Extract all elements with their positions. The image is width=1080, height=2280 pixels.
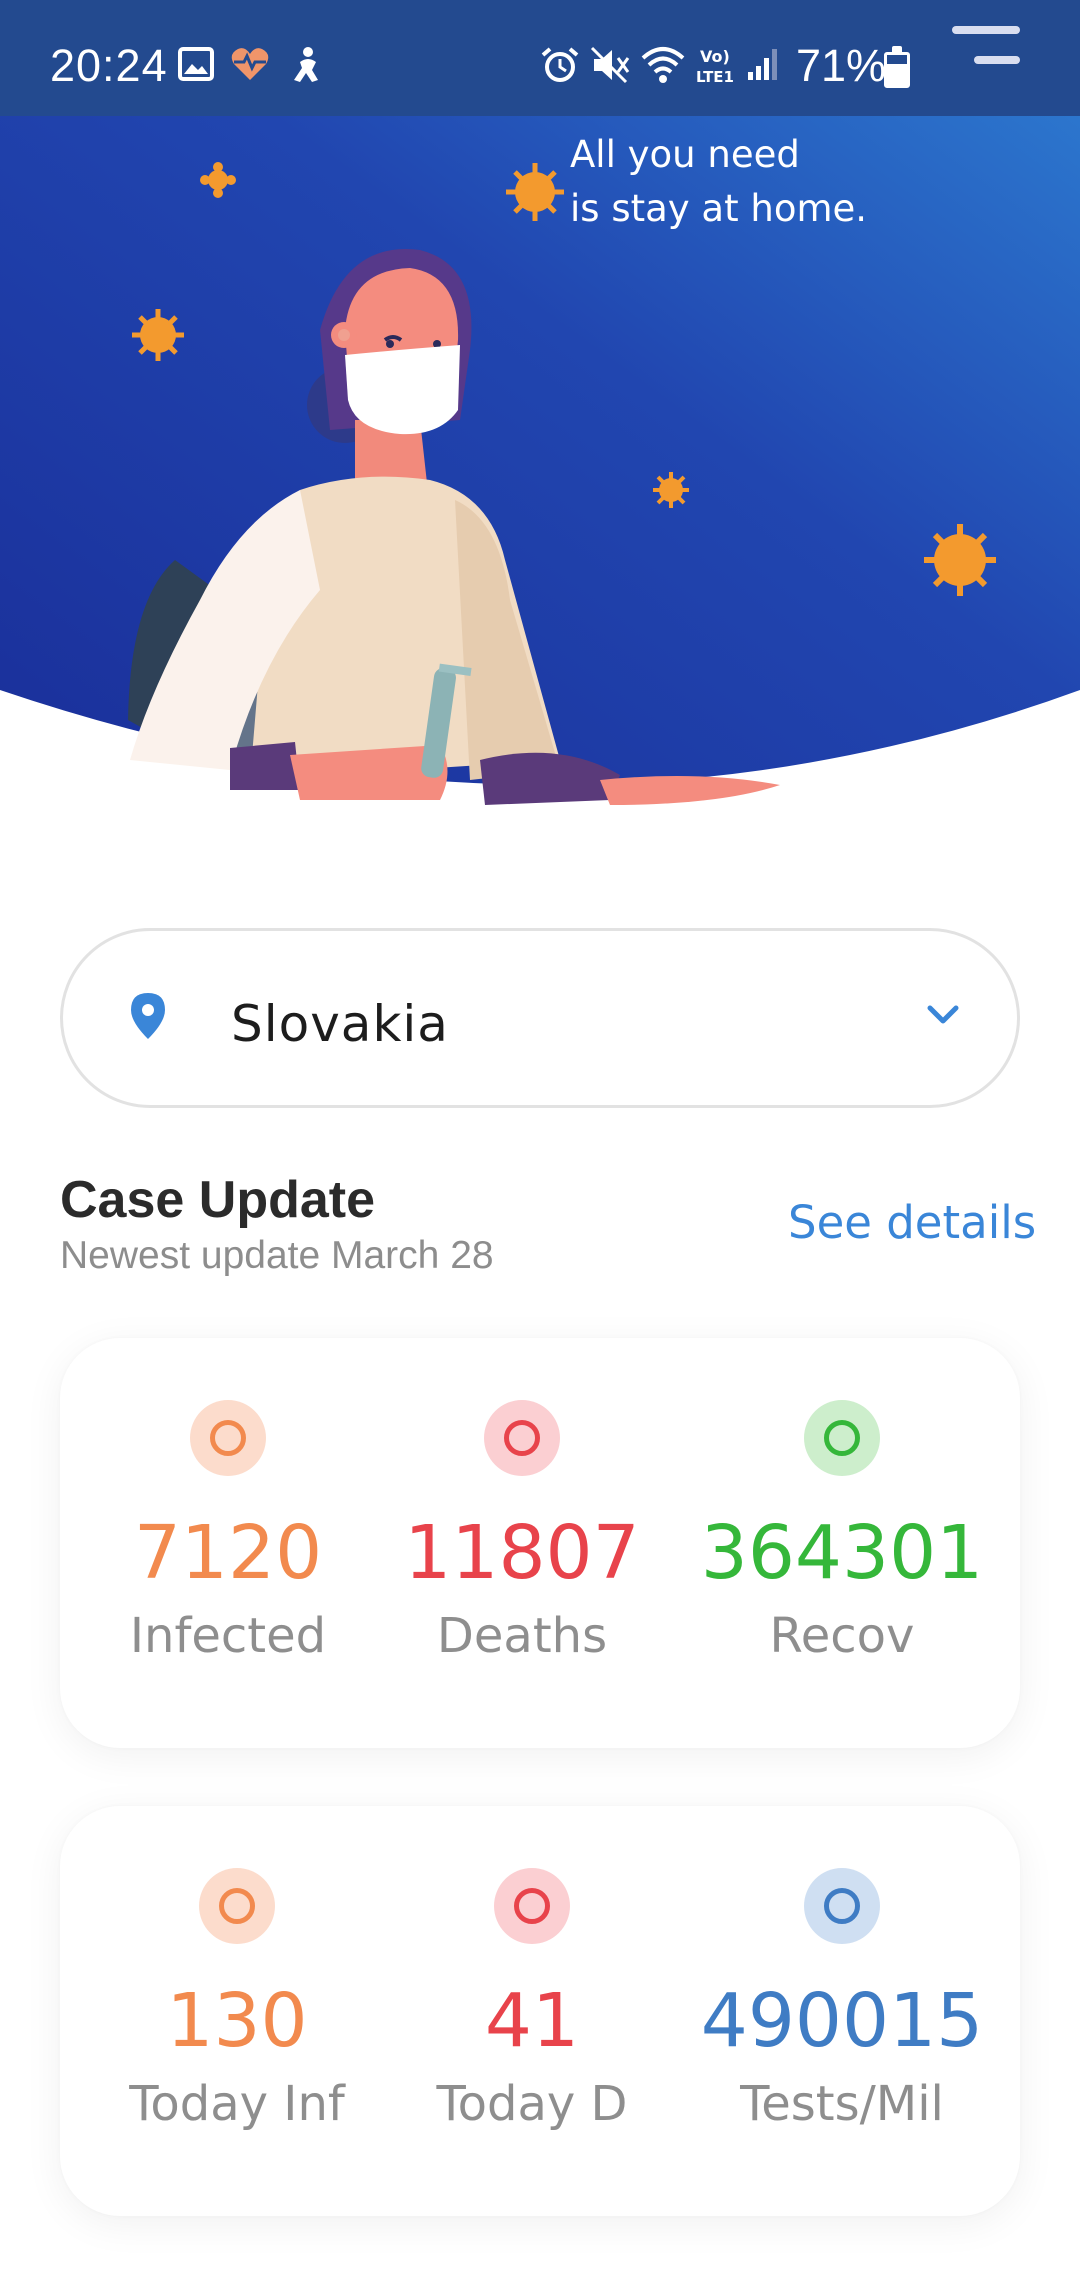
today-deaths-label: Today D	[436, 2076, 628, 2132]
recovered-indicator-icon	[804, 1400, 880, 1476]
svg-text:Vo): Vo)	[700, 47, 730, 66]
today-infected-indicator-icon	[199, 1868, 275, 1944]
deaths-label: Deaths	[436, 1608, 608, 1664]
stat-recovered: 364301 Recov	[682, 1338, 1002, 1748]
wifi-icon	[641, 47, 685, 83]
volte-icon: Vo) LTE1	[696, 47, 734, 86]
alarm-icon	[541, 47, 579, 82]
menu-line-icon	[952, 26, 1020, 34]
stat-infected: 7120 Infected	[68, 1338, 388, 1748]
case-update-subtitle: Newest update March 28	[60, 1234, 494, 1277]
menu-line-icon	[974, 56, 1020, 64]
infected-value: 7120	[133, 1510, 323, 1596]
tests-indicator-icon	[804, 1868, 880, 1944]
image-icon	[178, 47, 214, 81]
hero-slogan: All you need is stay at home.	[570, 128, 867, 236]
recovered-label: Recov	[769, 1608, 915, 1664]
stats-card-secondary: 130 Today Inf 41 Today D 490015 Tests/Mi…	[60, 1806, 1020, 2216]
location-pin-icon	[131, 993, 165, 1039]
see-details-link[interactable]: See details	[788, 1196, 1036, 1249]
infected-indicator-icon	[190, 1400, 266, 1476]
battery-icon	[884, 46, 910, 88]
svg-text:LTE1: LTE1	[696, 68, 734, 86]
country-selected-value: Slovakia	[231, 995, 449, 1053]
hero-illustration	[0, 0, 1080, 805]
today-infected-value: 130	[166, 1978, 308, 2064]
today-deaths-value: 41	[484, 1978, 580, 2064]
hero-slogan-line2: is stay at home.	[570, 187, 868, 230]
deaths-value: 11807	[404, 1510, 640, 1596]
country-dropdown[interactable]: Slovakia	[60, 928, 1020, 1108]
signal-icon	[748, 49, 777, 80]
case-update-title: Case Update	[60, 1171, 375, 1229]
mute-icon	[590, 46, 630, 84]
battery-percentage: 71%	[796, 40, 887, 91]
hero-banner: All you need is stay at home.	[0, 0, 1080, 820]
accessibility-icon	[294, 47, 318, 82]
heart-rate-icon	[231, 48, 269, 80]
status-time: 20:24	[50, 40, 168, 91]
tests-value: 490015	[700, 1978, 984, 2064]
stat-today-infected: 130 Today Inf	[77, 1806, 397, 2216]
stat-today-deaths: 41 Today D	[372, 1806, 692, 2216]
today-infected-label: Today Inf	[129, 2076, 345, 2132]
stats-card-primary: 7120 Infected 11807 Deaths 364301 Recov	[60, 1338, 1020, 1748]
menu-button[interactable]	[948, 26, 1020, 74]
hero-slogan-line1: All you need	[570, 133, 800, 176]
recovered-value: 364301	[700, 1510, 984, 1596]
stat-tests-per-million: 490015 Tests/Mil	[682, 1806, 1002, 2216]
status-bar: 20:24 Vo) LTE1 71%	[0, 0, 1080, 116]
tests-label: Tests/Mil	[740, 2076, 944, 2132]
chevron-down-icon	[927, 1005, 959, 1024]
stat-deaths: 11807 Deaths	[362, 1338, 682, 1748]
deaths-indicator-icon	[484, 1400, 560, 1476]
infected-label: Infected	[129, 1608, 327, 1664]
today-deaths-indicator-icon	[494, 1868, 570, 1944]
